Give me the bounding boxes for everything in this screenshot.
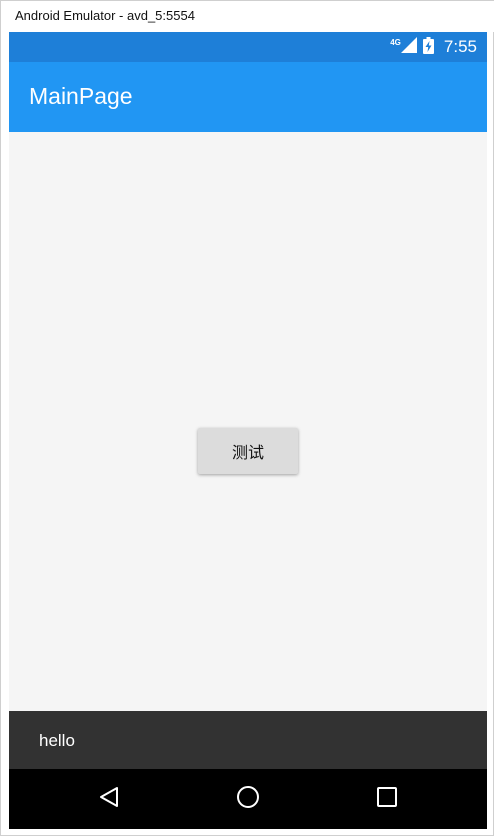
home-button[interactable] [228, 779, 268, 819]
status-time: 7:55 [443, 37, 477, 56]
test-button[interactable]: 测试 [198, 428, 298, 474]
main-content: 测试 [9, 132, 487, 711]
signal-icon [400, 37, 417, 57]
emulator-window: Android Emulator - avd_5:5554 4G 7:55 Ma… [0, 0, 494, 836]
recents-button[interactable] [367, 779, 407, 819]
toast-message: hello [39, 731, 75, 750]
navigation-bar [9, 769, 487, 829]
recents-icon [376, 786, 398, 812]
home-icon [236, 785, 260, 813]
battery-charging-icon [422, 36, 434, 58]
page-title: MainPage [29, 83, 133, 109]
device-screen: 4G 7:55 MainPage 测试 hello [9, 32, 487, 829]
window-title: Android Emulator - avd_5:5554 [15, 8, 195, 23]
back-button[interactable] [89, 779, 129, 819]
window-titlebar[interactable]: Android Emulator - avd_5:5554 [1, 1, 494, 32]
app-bar: MainPage [9, 62, 487, 132]
status-bar-right: 4G 7:55 [390, 32, 477, 62]
back-icon [98, 786, 120, 812]
network-type-label: 4G [390, 37, 401, 47]
status-bar: 4G 7:55 [9, 32, 487, 62]
toast-snackbar: hello [9, 711, 487, 769]
